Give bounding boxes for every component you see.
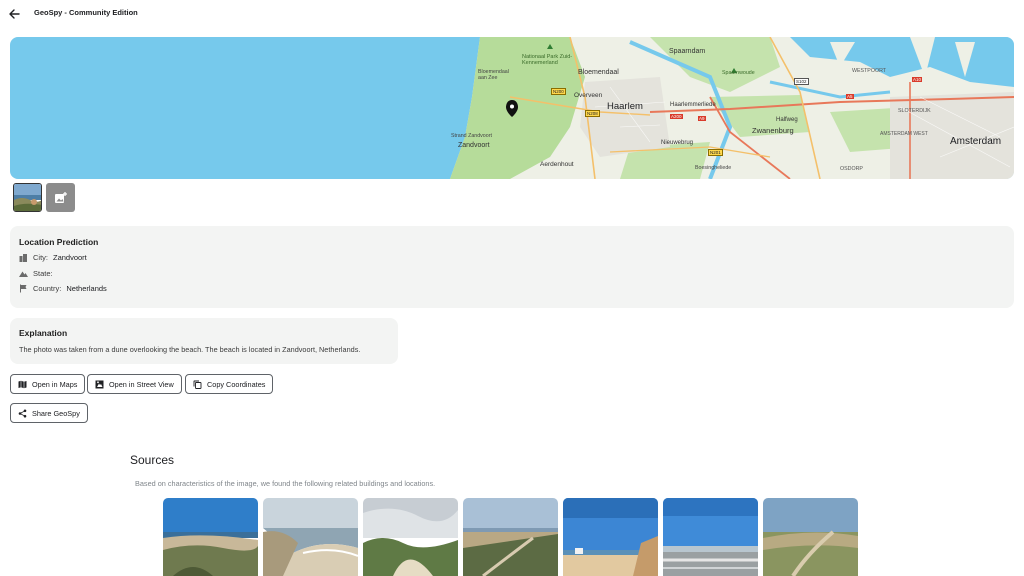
map-label: Zandvoort xyxy=(458,142,490,149)
back-arrow-icon[interactable] xyxy=(7,7,21,21)
map-label: Haarlemmerliede xyxy=(670,102,716,108)
copy-coordinates-button[interactable]: Copy Coordinates xyxy=(185,374,274,394)
city-icon xyxy=(19,254,27,262)
road-shield: A200 xyxy=(670,114,683,119)
sources-title: Sources xyxy=(130,453,175,467)
map-label: AMSTERDAM WEST xyxy=(880,131,928,137)
source-image[interactable] xyxy=(263,498,358,576)
terrain-icon xyxy=(19,271,28,277)
country-label: Country: xyxy=(33,284,62,293)
city-value: Zandvoort xyxy=(53,253,87,262)
road-shield: A5 xyxy=(846,94,854,99)
map-icon xyxy=(18,380,27,388)
sources-gallery xyxy=(163,498,858,576)
map-label: Overveen xyxy=(574,92,603,99)
copy-icon xyxy=(193,380,202,389)
open-in-maps-button[interactable]: Open in Maps xyxy=(10,374,86,394)
road-shield: N200 xyxy=(551,88,566,95)
location-prediction-card: Location Prediction City: Zandvoort Stat… xyxy=(10,226,1014,308)
sources-subtitle: Based on characteristics of the image, w… xyxy=(135,479,436,488)
copy-coordinates-label: Copy Coordinates xyxy=(207,379,266,389)
map-label: Bloemendaal xyxy=(578,69,619,76)
map-label: Strand Zandvoort xyxy=(451,133,492,139)
explanation-text: The photo was taken from a dune overlook… xyxy=(19,345,361,354)
share-icon xyxy=(18,409,27,417)
map-label: Amsterdam xyxy=(950,136,1002,147)
city-row: City: Zandvoort xyxy=(19,253,87,262)
state-row: State: xyxy=(19,269,58,278)
open-in-street-view-button[interactable]: Open in Street View xyxy=(87,374,182,394)
source-image[interactable] xyxy=(563,498,658,576)
road-shield: N208 xyxy=(585,110,600,117)
map-label: Spaarndam xyxy=(669,48,706,55)
source-image[interactable] xyxy=(363,498,458,576)
map-label: Nieuwebrug xyxy=(661,140,694,146)
open-in-street-view-label: Open in Street View xyxy=(109,379,174,389)
map-label: WESTPOORT xyxy=(852,68,887,74)
uploaded-photo-thumbnail[interactable] xyxy=(13,183,42,212)
country-value: Netherlands xyxy=(66,284,107,293)
country-row: Country: Netherlands xyxy=(19,284,107,293)
open-in-maps-label: Open in Maps xyxy=(32,379,78,389)
road-shield: A10 xyxy=(912,77,923,82)
road-shield: S102 xyxy=(794,78,809,85)
explanation-card: Explanation The photo was taken from a d… xyxy=(10,318,398,364)
source-image[interactable] xyxy=(163,498,258,576)
street-view-icon xyxy=(95,380,104,388)
source-image[interactable] xyxy=(663,498,758,576)
city-label: City: xyxy=(33,253,48,262)
map-label: Bloemendaal aan Zee xyxy=(478,69,509,81)
image-thumbnails xyxy=(13,183,75,212)
road-shield: A9 xyxy=(698,116,706,121)
map-label: Aerdenhout xyxy=(540,161,574,168)
explanation-title: Explanation xyxy=(19,328,68,338)
top-bar: GeoSpy - Community Edition xyxy=(0,0,1024,28)
source-image[interactable] xyxy=(763,498,858,576)
map-label: Haarlem xyxy=(607,101,643,112)
map-label: OSDORP xyxy=(840,166,863,172)
prediction-title: Location Prediction xyxy=(19,237,99,247)
road-shield: N201 xyxy=(708,149,723,156)
map-label: Spaarnwoude xyxy=(722,70,755,76)
map-label: Halfweg xyxy=(776,117,798,123)
source-image[interactable] xyxy=(463,498,558,576)
share-geospy-label: Share GeoSpy xyxy=(32,408,80,418)
map-label: Boesingheliede xyxy=(695,165,732,171)
map-label: Zwanenburg xyxy=(752,126,794,135)
map-canvas xyxy=(450,37,1014,179)
map-label: Nationaal Park Zuid-Kennemerland xyxy=(522,54,573,66)
add-photo-icon xyxy=(54,191,67,203)
share-geospy-button[interactable]: Share GeoSpy xyxy=(10,403,88,423)
flag-icon xyxy=(20,284,27,293)
add-photo-button[interactable] xyxy=(46,183,75,212)
location-map[interactable]: Nationaal Park Zuid-Kennemerland Bloemen… xyxy=(10,37,1014,179)
app-title: GeoSpy - Community Edition xyxy=(34,8,138,17)
state-label: State: xyxy=(33,269,53,278)
map-label: SLOTERDIJK xyxy=(898,108,931,114)
